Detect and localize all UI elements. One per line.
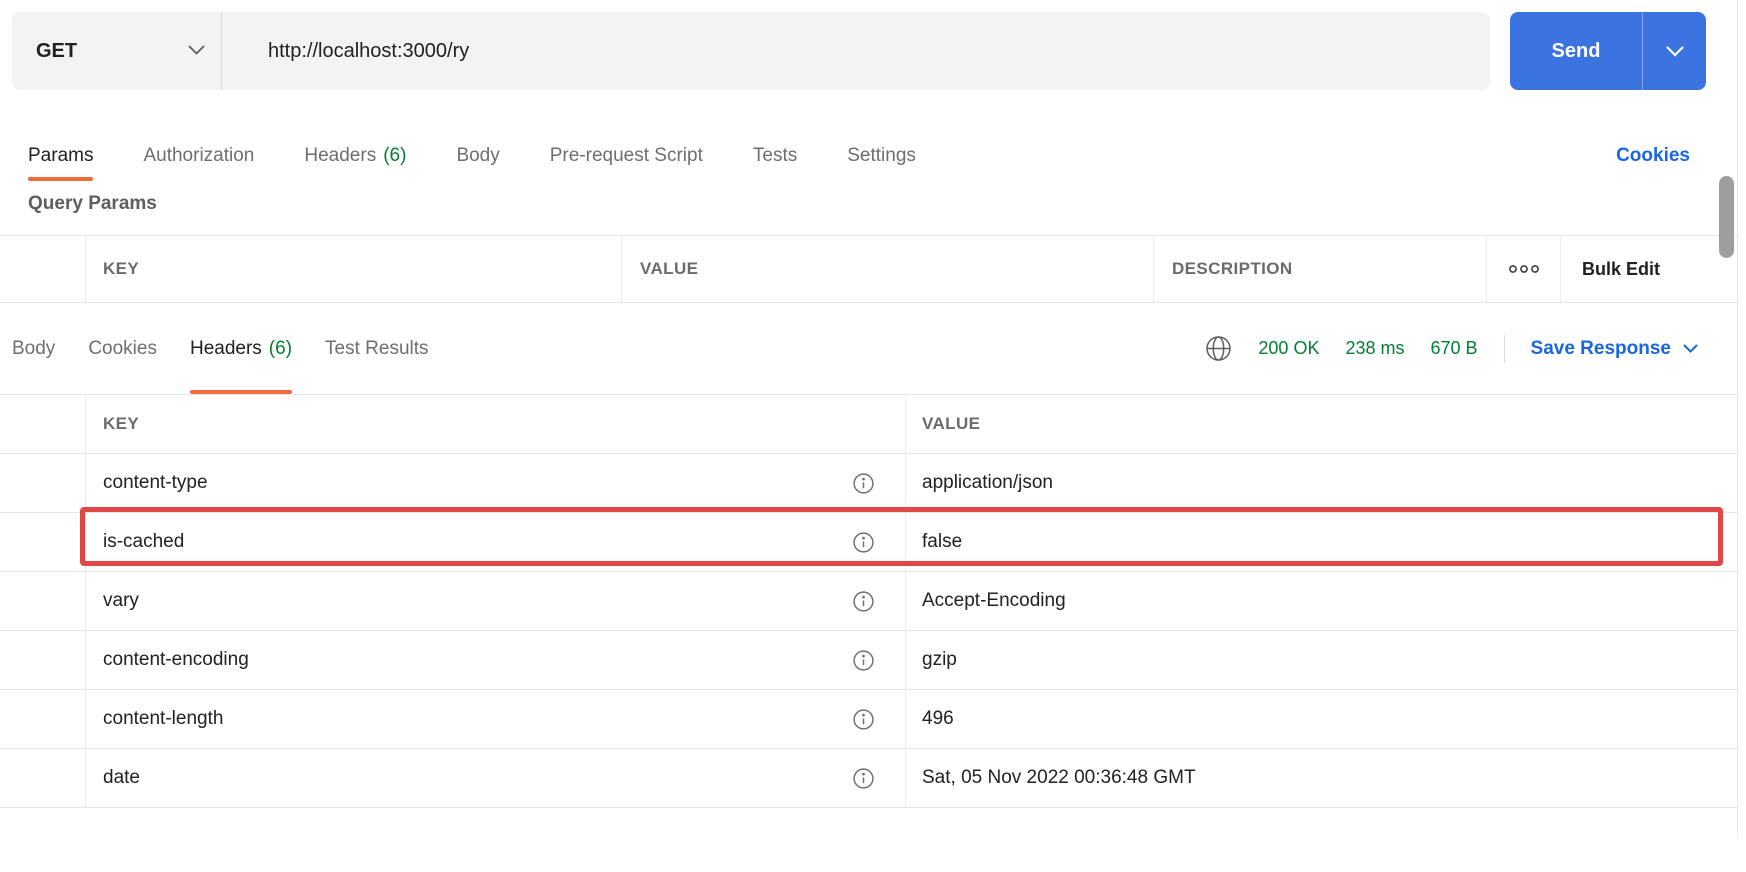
table-row: content-type application/json — [0, 454, 1737, 513]
tab-pre-request-script[interactable]: Pre-request Script — [550, 131, 703, 181]
resp-tab-test-results[interactable]: Test Results — [325, 303, 428, 394]
row-gutter — [0, 454, 86, 512]
tab-authorization[interactable]: Authorization — [143, 131, 254, 181]
more-options-button[interactable] — [1487, 236, 1561, 302]
three-dots-icon — [1508, 263, 1540, 275]
postman-request-view: GET Send Params Authorization Headers (6… — [0, 0, 1746, 872]
table-row: vary Accept-Encoding — [0, 572, 1737, 631]
info-icon[interactable] — [852, 708, 875, 731]
header-value: Accept-Encoding — [922, 590, 1066, 612]
row-gutter — [0, 631, 86, 689]
resp-headers-count-badge: (6) — [269, 338, 292, 360]
tab-body[interactable]: Body — [456, 131, 499, 181]
headers-count-badge: (6) — [383, 145, 406, 167]
response-time: 238 ms — [1345, 338, 1404, 359]
resp-tab-cookies[interactable]: Cookies — [88, 303, 157, 394]
query-params-table: KEY VALUE DESCRIPTION Bulk Edit — [0, 235, 1737, 303]
response-size: 670 B — [1430, 338, 1477, 359]
row-gutter — [0, 690, 86, 748]
header-value: Sat, 05 Nov 2022 00:36:48 GMT — [922, 767, 1196, 789]
column-header-value: VALUE — [906, 395, 1737, 453]
method-label: GET — [36, 40, 77, 63]
row-gutter — [0, 749, 86, 807]
resp-tab-headers[interactable]: Headers (6) — [190, 303, 292, 394]
chevron-down-icon — [1683, 344, 1698, 354]
header-key: content-type — [103, 472, 208, 494]
divider — [1504, 335, 1505, 363]
table-row: date Sat, 05 Nov 2022 00:36:48 GMT — [0, 749, 1737, 808]
table-header-row: KEY VALUE — [0, 395, 1737, 454]
row-gutter — [0, 395, 86, 453]
query-params-title: Query Params — [28, 193, 157, 215]
url-field-wrap — [222, 12, 1490, 90]
info-icon[interactable] — [852, 531, 875, 554]
url-builder: GET — [12, 12, 1490, 90]
header-value: 496 — [922, 708, 954, 730]
header-value: application/json — [922, 472, 1053, 494]
info-icon[interactable] — [852, 649, 875, 672]
response-status-bar: 200 OK 238 ms 670 B Save Response — [1205, 303, 1698, 394]
cookies-link[interactable]: Cookies — [1616, 131, 1690, 181]
header-key: is-cached — [103, 531, 184, 553]
column-header-key: KEY — [86, 395, 906, 453]
status-code: 200 OK — [1258, 338, 1319, 359]
globe-icon — [1205, 335, 1232, 362]
info-icon[interactable] — [852, 590, 875, 613]
table-row: content-encoding gzip — [0, 631, 1737, 690]
table-gutter — [0, 236, 86, 302]
response-tabs: Body Cookies Headers (6) Test Results — [12, 303, 429, 394]
send-options-button[interactable] — [1643, 12, 1706, 90]
send-button[interactable]: Send — [1510, 12, 1643, 90]
tab-settings[interactable]: Settings — [847, 131, 916, 181]
header-key: content-length — [103, 708, 223, 730]
resp-tab-body[interactable]: Body — [12, 303, 55, 394]
request-tabs: Params Authorization Headers (6) Body Pr… — [28, 131, 916, 181]
header-key: date — [103, 767, 140, 789]
chevron-down-icon — [188, 45, 205, 56]
column-header-description: DESCRIPTION — [1154, 236, 1487, 302]
tab-tests[interactable]: Tests — [753, 131, 797, 181]
scrollbar-thumb[interactable] — [1719, 176, 1734, 258]
method-select[interactable]: GET — [12, 12, 222, 90]
table-row-highlighted: is-cached false — [0, 513, 1737, 572]
url-input[interactable] — [222, 40, 1490, 63]
send-split-button: Send — [1510, 12, 1706, 90]
bulk-edit-button[interactable]: Bulk Edit — [1561, 236, 1737, 302]
column-header-value: VALUE — [622, 236, 1154, 302]
column-header-key: KEY — [86, 236, 622, 302]
row-gutter — [0, 513, 86, 571]
chevron-down-icon — [1666, 46, 1684, 57]
info-icon[interactable] — [852, 767, 875, 790]
save-response-button[interactable]: Save Response — [1531, 338, 1698, 360]
header-value: gzip — [922, 649, 957, 671]
table-row: content-length 496 — [0, 690, 1737, 749]
divider — [1737, 0, 1738, 838]
header-value: false — [922, 531, 962, 553]
info-icon[interactable] — [852, 472, 875, 495]
header-key: content-encoding — [103, 649, 249, 671]
tab-headers[interactable]: Headers (6) — [304, 131, 406, 181]
response-headers-table: KEY VALUE content-type application/json — [0, 394, 1737, 808]
row-gutter — [0, 572, 86, 630]
tab-params[interactable]: Params — [28, 131, 93, 181]
header-key: vary — [103, 590, 139, 612]
